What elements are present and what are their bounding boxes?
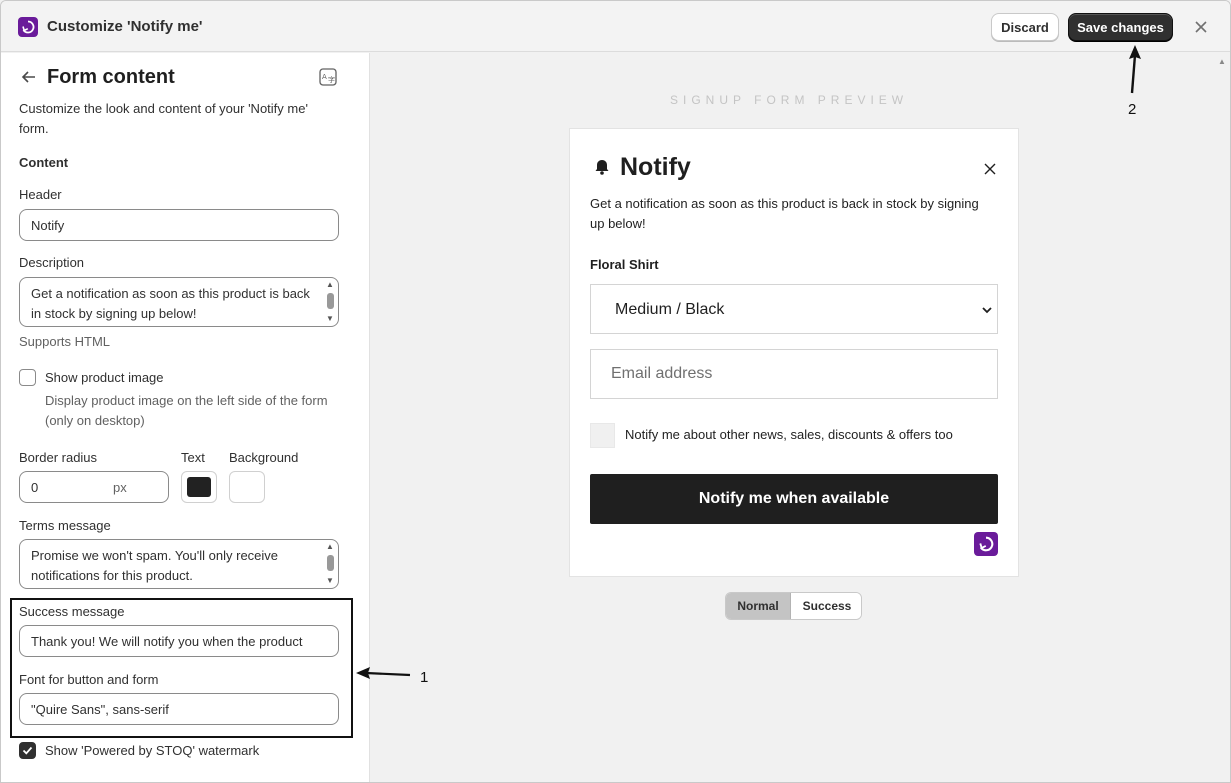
- stoq-badge-icon[interactable]: [974, 532, 998, 556]
- border-radius-unit: px: [113, 480, 127, 495]
- window-title: Customize 'Notify me': [47, 18, 203, 35]
- back-arrow-icon[interactable]: [19, 67, 39, 87]
- toggle-success-button[interactable]: Success: [792, 593, 861, 619]
- bell-icon: [593, 158, 611, 176]
- svg-text:字: 字: [328, 75, 335, 84]
- save-changes-button[interactable]: Save changes: [1068, 13, 1173, 41]
- background-color-label: Background: [229, 450, 299, 465]
- scroll-down-icon[interactable]: ▼: [326, 577, 334, 585]
- form-title: Notify: [620, 153, 691, 181]
- description-textarea-text: Get a notification as soon as this produ…: [31, 286, 310, 321]
- terms-message-text: Promise we won't spam. You'll only recei…: [31, 548, 279, 583]
- background-color-fill: [235, 477, 259, 497]
- notify-me-button[interactable]: Notify me when available: [590, 474, 998, 524]
- header-input[interactable]: [19, 209, 339, 241]
- show-product-image-label: Show product image: [45, 370, 164, 385]
- terms-message-textarea[interactable]: Promise we won't spam. You'll only recei…: [19, 539, 339, 589]
- border-radius-input[interactable]: 0 px: [19, 471, 169, 503]
- email-placeholder: Email address: [611, 365, 713, 382]
- scroll-thumb[interactable]: [327, 293, 334, 309]
- description-textarea[interactable]: Get a notification as soon as this produ…: [19, 277, 339, 327]
- panel-title: Form content: [47, 66, 175, 88]
- product-name: Floral Shirt: [590, 257, 659, 272]
- supports-html-help: Supports HTML: [19, 334, 111, 349]
- discard-button[interactable]: Discard: [991, 13, 1059, 41]
- svg-text:A: A: [322, 73, 327, 81]
- annotation-highlight-box: [10, 598, 353, 738]
- description-textarea-scrollbar[interactable]: ▲ ▼: [324, 280, 336, 324]
- text-color-label: Text: [181, 450, 205, 465]
- toggle-normal-button[interactable]: Normal: [726, 593, 791, 619]
- variant-select-value: Medium / Black: [615, 301, 725, 318]
- preview-heading: SIGNUP FORM PREVIEW: [670, 93, 909, 107]
- watermark-checkbox[interactable]: [19, 742, 36, 759]
- annotation-arrow-1: [356, 667, 411, 679]
- title-bar: Customize 'Notify me' Discard Save chang…: [1, 1, 1230, 52]
- panel-description: Customize the look and content of your '…: [19, 101, 308, 136]
- text-color-fill: [187, 477, 211, 497]
- content-section-heading: Content: [19, 155, 69, 170]
- header-label: Header: [19, 187, 62, 202]
- form-description: Get a notification as soon as this produ…: [590, 196, 979, 231]
- stoq-logo-icon: [18, 17, 38, 37]
- scroll-thumb[interactable]: [327, 555, 334, 571]
- background-color-swatch[interactable]: [229, 471, 265, 503]
- scroll-down-icon[interactable]: ▼: [326, 315, 334, 323]
- close-window-icon[interactable]: [1191, 17, 1211, 37]
- scroll-up-icon[interactable]: ▲: [1218, 57, 1226, 66]
- annotation-number-1: 1: [420, 669, 429, 686]
- email-input[interactable]: Email address: [590, 349, 998, 399]
- scroll-up-icon[interactable]: ▲: [326, 281, 334, 289]
- terms-message-label: Terms message: [19, 518, 111, 533]
- scroll-up-icon[interactable]: ▲: [326, 543, 334, 551]
- watermark-label: Show 'Powered by STOQ' watermark: [45, 743, 260, 758]
- customize-window: Customize 'Notify me' Discard Save chang…: [0, 0, 1231, 783]
- marketing-checkbox[interactable]: [590, 423, 615, 448]
- variant-select[interactable]: Medium / Black: [590, 284, 998, 334]
- description-label: Description: [19, 255, 85, 270]
- preview-state-toggle: Normal Success: [725, 592, 862, 620]
- border-radius-label: Border radius: [19, 450, 98, 465]
- marketing-checkbox-label: Notify me about other news, sales, disco…: [625, 427, 953, 442]
- annotation-number-2: 2: [1128, 101, 1137, 118]
- chevron-down-icon: [981, 303, 993, 315]
- border-radius-value: 0: [31, 480, 39, 495]
- terms-textarea-scrollbar[interactable]: ▲ ▼: [324, 542, 336, 586]
- show-product-image-checkbox[interactable]: [19, 369, 36, 386]
- show-product-image-help: Display product image on the left side o…: [45, 393, 328, 428]
- text-color-swatch[interactable]: [181, 471, 217, 503]
- translate-icon[interactable]: A字: [319, 68, 337, 86]
- annotation-arrow-2: [1129, 45, 1141, 94]
- form-close-icon[interactable]: [983, 162, 997, 176]
